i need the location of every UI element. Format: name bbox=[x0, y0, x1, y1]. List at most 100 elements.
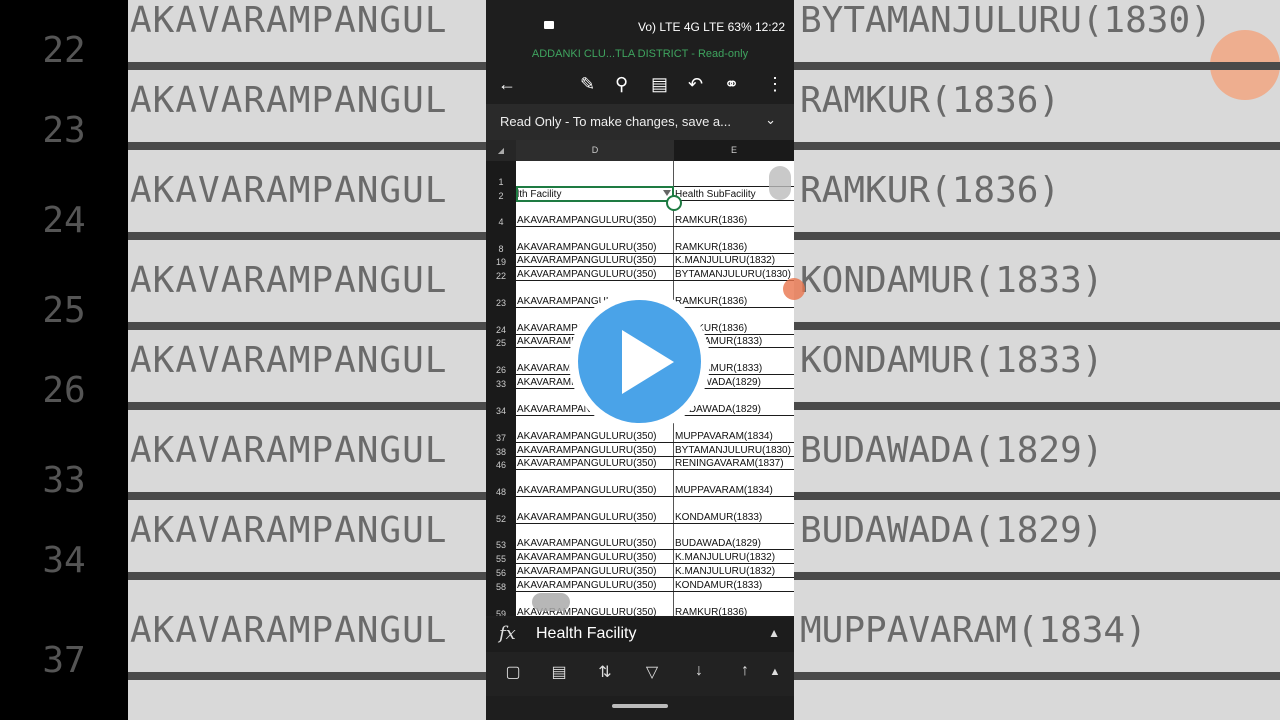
undo-icon[interactable]: ↶ bbox=[688, 74, 703, 95]
freeze-icon[interactable]: ▤ bbox=[548, 662, 570, 684]
cell-health-subfacility[interactable]: MUPPAVARAM(1834) bbox=[674, 431, 794, 442]
row-number[interactable]: 1 bbox=[486, 177, 516, 187]
cell-health-subfacility[interactable]: K.MANJULURU(1832) bbox=[674, 566, 794, 577]
sort-ascending-icon[interactable]: ↓ bbox=[688, 662, 710, 684]
horizontal-scroll-handle[interactable] bbox=[532, 593, 570, 611]
cell-health-subfacility[interactable]: RAMKUR(1836) bbox=[674, 607, 794, 616]
chevron-up-icon[interactable]: ▲ bbox=[768, 626, 780, 640]
readonly-banner[interactable]: Read Only - To make changes, save a... ⌄ bbox=[486, 104, 794, 140]
chevron-down-icon[interactable]: ⌄ bbox=[765, 112, 776, 128]
row-number[interactable]: 8 bbox=[486, 244, 516, 254]
back-arrow-icon[interactable]: ← bbox=[498, 74, 516, 95]
row-number[interactable]: 22 bbox=[486, 271, 516, 281]
table-row[interactable]: 38 AKAVARAMPANGULURU(350) BYTAMANJULURU(18… bbox=[486, 443, 794, 457]
status-bar: Vo) LTE 4G LTE 63% 12:22 bbox=[486, 0, 794, 44]
cell-health-subfacility[interactable]: RAMKUR(1836) bbox=[674, 296, 794, 307]
filter-icon[interactable]: ▽ bbox=[641, 662, 663, 684]
row-number[interactable]: 53 bbox=[486, 540, 516, 550]
row-number[interactable]: 24 bbox=[486, 325, 516, 335]
cell-health-subfacility[interactable]: MUPPAVARAM(1834) bbox=[674, 485, 794, 496]
row-number[interactable]: 59 bbox=[486, 609, 516, 616]
cell-health-subfacility[interactable]: RAMKUR(1836) bbox=[674, 215, 794, 226]
row-number[interactable]: 4 bbox=[486, 217, 516, 227]
cell-health-subfacility[interactable]: RAMKUR(1836) bbox=[674, 242, 794, 253]
row-number[interactable]: 33 bbox=[486, 379, 516, 389]
row-number[interactable]: 38 bbox=[486, 447, 516, 457]
share-icon[interactable]: ⚭ bbox=[724, 74, 739, 95]
row-number[interactable]: 56 bbox=[486, 568, 516, 578]
cell-health-facility[interactable]: AKAVARAMPANGULURU(350) bbox=[516, 269, 674, 280]
save-icon[interactable]: ▤ bbox=[651, 74, 668, 95]
fx-icon: fx bbox=[499, 623, 516, 644]
draw-icon[interactable]: ✎ bbox=[580, 74, 595, 95]
table-row[interactable]: 56 AKAVARAMPANGULURU(350) K.MANJULURU(1832… bbox=[486, 564, 794, 578]
row-number[interactable]: 46 bbox=[486, 460, 516, 470]
row-number[interactable]: 34 bbox=[486, 406, 516, 416]
cell-health-subfacility[interactable]: KONDAMUR(1833) bbox=[674, 580, 794, 591]
table-row[interactable]: 19 AKAVARAMPANGULURU(350) K.MANJULURU(1832… bbox=[486, 254, 794, 267]
background-cell-facility: AKAVARAMPANGUL bbox=[130, 0, 448, 41]
cell-health-facility[interactable]: AKAVARAMPANGULURU(350) bbox=[516, 255, 674, 266]
background-cell-facility: AKAVARAMPANGUL bbox=[130, 610, 448, 651]
table-row[interactable]: 48 AKAVARAMPANGULURU(350) MUPPAVARAM(1834) bbox=[486, 470, 794, 497]
column-header-e[interactable]: E bbox=[674, 140, 794, 161]
cell-health-subfacility[interactable]: BYTAMANJULURU(1830) bbox=[674, 445, 794, 456]
table-row[interactable]: 22 AKAVARAMPANGULURU(350) BYTAMANJULURU(18… bbox=[486, 267, 794, 281]
background-row-header bbox=[0, 0, 128, 720]
row-number[interactable]: 2 bbox=[486, 191, 516, 201]
background-cell-subfacility: MUPPAVARAM(1834) bbox=[800, 610, 1147, 651]
table-row[interactable]: 4 AKAVARAMPANGULURU(350) RAMKUR(1836) bbox=[486, 201, 794, 227]
cell-health-facility[interactable]: AKAVARAMPANGULURU(350) bbox=[516, 538, 674, 549]
table-row[interactable]: 55 AKAVARAMPANGULURU(350) K.MANJULURU(1832… bbox=[486, 550, 794, 564]
formula-value[interactable]: Health Facility bbox=[536, 625, 636, 643]
cell-health-facility[interactable]: AKAVARAMPANGULURU(350) bbox=[516, 242, 674, 253]
row-number[interactable]: 25 bbox=[486, 338, 516, 348]
cell-health-facility[interactable]: AKAVARAMPANGULURU(350) bbox=[516, 215, 674, 226]
row-number[interactable]: 37 bbox=[486, 433, 516, 443]
search-icon[interactable]: ⚲ bbox=[615, 74, 628, 95]
home-gesture-pill[interactable] bbox=[612, 704, 668, 708]
cell-health-facility[interactable]: AKAVARAMPANGULURU(350) bbox=[516, 485, 674, 496]
cell-health-facility[interactable]: AKAVARAMPANGULURU(350) bbox=[516, 512, 674, 523]
cell-health-facility[interactable]: AKAVARAMPANGULURU(350) bbox=[516, 431, 674, 442]
cell-health-subfacility[interactable]: RENINGAVARAM(1837) bbox=[674, 458, 794, 469]
cell-health-facility[interactable]: AKAVARAMPANGULURU(350) bbox=[516, 566, 674, 577]
view-icon[interactable]: ▢ bbox=[502, 662, 524, 684]
table-row[interactable]: 58 AKAVARAMPANGULURU(350) KONDAMUR(1833) bbox=[486, 578, 794, 592]
play-button[interactable] bbox=[569, 291, 710, 432]
more-icon[interactable]: ⋮ bbox=[766, 74, 784, 95]
row-number[interactable]: 48 bbox=[486, 487, 516, 497]
vertical-scroll-handle[interactable] bbox=[769, 166, 791, 200]
expand-up-icon[interactable]: ▲ bbox=[764, 666, 786, 688]
readonly-text: Read Only - To make changes, save a... bbox=[500, 114, 731, 129]
cell-health-subfacility[interactable]: K.MANJULURU(1832) bbox=[674, 552, 794, 563]
select-all-corner[interactable]: ◢ bbox=[486, 140, 516, 161]
background-cell-facility: AKAVARAMPANGUL bbox=[130, 80, 448, 121]
background-cell-facility: AKAVARAMPANGUL bbox=[130, 170, 448, 211]
play-icon bbox=[622, 330, 674, 394]
row-number[interactable]: 52 bbox=[486, 514, 516, 524]
cell-health-subfacility[interactable]: KONDAMUR(1833) bbox=[674, 512, 794, 523]
background-row-number: 33 bbox=[42, 460, 86, 501]
cell-health-facility[interactable]: AKAVARAMPANGULURU(350) bbox=[516, 458, 674, 469]
column-header-d[interactable]: D bbox=[516, 140, 674, 161]
cell-health-facility[interactable]: AKAVARAMPANGULURU(350) bbox=[516, 580, 674, 591]
sort-column-icon[interactable]: ⇅ bbox=[594, 662, 616, 684]
row-number[interactable]: 26 bbox=[486, 365, 516, 375]
sort-descending-icon[interactable]: ↑ bbox=[734, 662, 756, 684]
row-number[interactable]: 19 bbox=[486, 257, 516, 267]
table-row[interactable]: 8 AKAVARAMPANGULURU(350) RAMKUR(1836) bbox=[486, 227, 794, 254]
row-number[interactable]: 58 bbox=[486, 582, 516, 592]
cell-health-subfacility[interactable]: BUDAWADA(1829) bbox=[674, 538, 794, 549]
cell-health-subfacility[interactable]: BYTAMANJULURU(1830) bbox=[674, 269, 794, 280]
table-row[interactable]: 1 bbox=[486, 161, 794, 187]
cell-health-subfacility[interactable]: K.MANJULURU(1832) bbox=[674, 255, 794, 266]
row-number[interactable]: 55 bbox=[486, 554, 516, 564]
table-row[interactable]: 52 AKAVARAMPANGULURU(350) KONDAMUR(1833) bbox=[486, 497, 794, 524]
formula-bar[interactable]: fx Health Facility ▲ bbox=[486, 618, 794, 652]
table-row[interactable]: 53 AKAVARAMPANGULURU(350) BUDAWADA(1829) bbox=[486, 524, 794, 550]
cell-health-facility[interactable]: AKAVARAMPANGULURU(350) bbox=[516, 445, 674, 456]
table-row[interactable]: 46 AKAVARAMPANGULURU(350) RENINGAVARAM(183… bbox=[486, 457, 794, 470]
cell-health-facility[interactable]: AKAVARAMPANGULURU(350) bbox=[516, 552, 674, 563]
row-number[interactable]: 23 bbox=[486, 298, 516, 308]
